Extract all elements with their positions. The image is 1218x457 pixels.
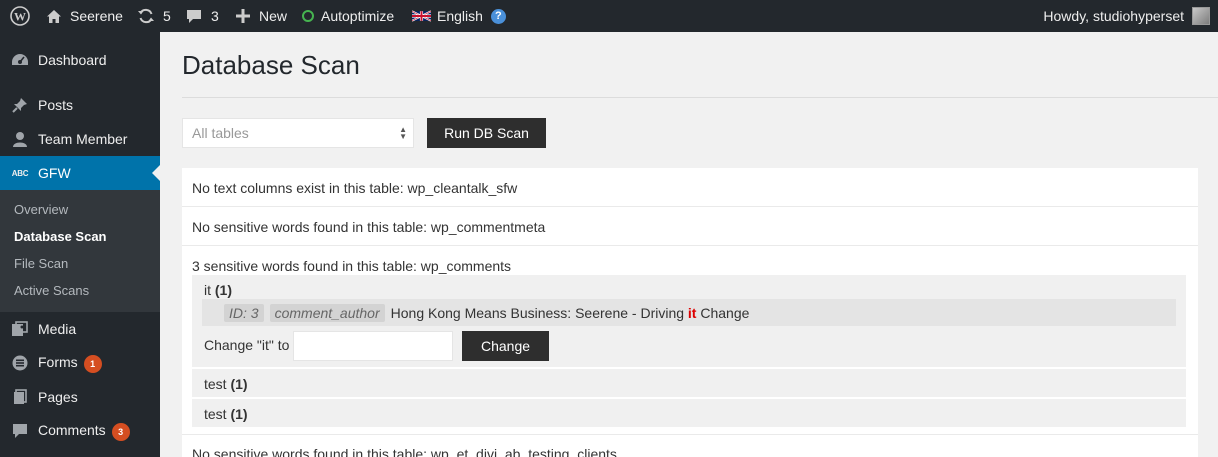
user-icon: [11, 130, 29, 148]
table-select[interactable]: All tables ▲ ▼: [182, 118, 414, 148]
main-content: Database Scan All tables ▲ ▼ Run DB Scan …: [160, 32, 1218, 457]
plus-icon: [236, 9, 250, 23]
menu-label: Media: [38, 321, 77, 337]
match-row: ID: 3 comment_author Hong Kong Means Bus…: [202, 299, 1176, 326]
autoptimize-label: Autoptimize: [321, 8, 395, 24]
id-tag: ID: 3: [224, 303, 264, 322]
word-group: test (1): [192, 399, 1186, 427]
refresh-icon: [138, 8, 154, 24]
svg-text:W: W: [14, 10, 26, 24]
result-message: No sensitive words found in this table: …: [192, 446, 617, 457]
language-label: English: [437, 8, 483, 24]
comments-count-badge: 3: [111, 422, 130, 441]
menu-media[interactable]: Media: [0, 312, 160, 346]
word-text: test: [204, 406, 227, 422]
word-count: (1): [230, 406, 248, 422]
menu-label: Dashboard: [38, 52, 107, 68]
menu-label: Forms: [38, 353, 78, 370]
row-divider: [182, 434, 1198, 435]
site-name-link[interactable]: Seerene: [46, 0, 123, 32]
autoptimize-link[interactable]: Autoptimize: [302, 0, 394, 32]
uk-flag-icon: [412, 10, 431, 22]
word-count: (1): [214, 282, 233, 298]
avatar: [1192, 7, 1210, 25]
menu-gfw[interactable]: ABC GFW: [0, 156, 160, 190]
menu-posts[interactable]: Posts: [0, 88, 160, 122]
pin-icon: [11, 96, 29, 114]
menu-label-with-badge: Comments 3: [38, 422, 130, 441]
comments-count: 3: [211, 8, 219, 24]
word-group: test (1): [192, 369, 1186, 397]
word-heading: it (1): [204, 282, 232, 298]
abc-icon-text: ABC: [11, 168, 29, 178]
comments-link[interactable]: 3: [186, 0, 219, 32]
menu-pages[interactable]: Pages: [0, 380, 160, 414]
select-arrows-icon: ▲ ▼: [399, 125, 407, 141]
match-text-after: Change: [700, 304, 750, 321]
updates-link[interactable]: 5: [137, 0, 171, 32]
comments-icon: [11, 422, 29, 440]
language-switcher[interactable]: English ?: [412, 0, 506, 32]
my-account-link[interactable]: Howdy, studiohyperset: [1043, 0, 1210, 32]
change-button[interactable]: Change: [462, 331, 549, 361]
title-divider: [182, 97, 1218, 98]
menu-label-with-badge: Forms 1: [38, 354, 102, 373]
forms-count-badge: 1: [83, 354, 102, 373]
row-divider: [182, 245, 1198, 246]
row-divider: [182, 206, 1198, 207]
new-content-link[interactable]: New: [236, 0, 287, 32]
menu-label: GFW: [38, 165, 71, 181]
admin-sidebar: Dashboard Posts Team Member ABC GFW Over…: [0, 32, 160, 457]
new-label: New: [259, 8, 288, 24]
pages-icon: [11, 388, 29, 406]
submenu-active-scans[interactable]: Active Scans: [14, 283, 89, 298]
menu-label: Comments: [38, 421, 106, 438]
gfw-submenu: Overview Database Scan File Scan Active …: [0, 190, 160, 312]
greeting: Howdy, studiohyperset: [1043, 8, 1184, 24]
menu-comments[interactable]: Comments 3: [0, 414, 160, 448]
scan-results: No text columns exist in this table: wp_…: [182, 168, 1198, 457]
table-select-value: All tables: [192, 125, 249, 141]
word-group: it (1) ID: 3 comment_author Hong Kong Me…: [192, 275, 1186, 367]
word-text: it: [204, 282, 211, 298]
current-menu-arrow: [152, 165, 160, 181]
run-db-scan-button[interactable]: Run DB Scan: [427, 118, 546, 148]
match-text-before: Hong Kong Means Business: Seerene - Driv…: [390, 304, 685, 321]
word-heading: test (1): [204, 376, 248, 392]
result-message: No sensitive words found in this table: …: [192, 219, 546, 235]
submenu-overview[interactable]: Overview: [14, 202, 68, 217]
updates-count: 5: [163, 8, 171, 24]
column-tag: comment_author: [269, 303, 385, 322]
wordpress-logo-icon[interactable]: W: [10, 0, 30, 32]
menu-label: Posts: [38, 97, 74, 113]
menu-label: Team Member: [38, 131, 128, 147]
match-highlight: it: [687, 304, 697, 321]
media-icon: [11, 320, 29, 338]
page-title: Database Scan: [182, 50, 360, 80]
abc-icon: ABC: [11, 164, 29, 182]
dashboard-icon: [11, 51, 29, 69]
forms-icon: [11, 354, 29, 372]
change-label: Change "it" to: [204, 337, 290, 353]
submenu-database-scan[interactable]: Database Scan: [14, 229, 107, 244]
result-message: No text columns exist in this table: wp_…: [192, 180, 518, 196]
menu-dashboard[interactable]: Dashboard: [0, 43, 160, 77]
menu-forms[interactable]: Forms 1: [0, 346, 160, 380]
replacement-input[interactable]: [293, 331, 453, 361]
site-name: Seerene: [70, 8, 123, 24]
admin-bar: W Seerene 5 3 New Autoptimize English ? …: [0, 0, 1218, 32]
result-message: 3 sensitive words found in this table: w…: [192, 258, 512, 274]
home-icon: [47, 9, 61, 23]
submenu-file-scan[interactable]: File Scan: [14, 256, 68, 271]
word-text: test: [204, 376, 227, 392]
help-icon[interactable]: ?: [490, 8, 506, 24]
menu-label: Pages: [38, 389, 78, 405]
word-count: (1): [230, 376, 248, 392]
menu-team-member[interactable]: Team Member: [0, 122, 160, 156]
comment-bubble-icon: [187, 9, 201, 23]
status-ring-icon: [302, 10, 314, 22]
word-heading: test (1): [204, 406, 248, 422]
